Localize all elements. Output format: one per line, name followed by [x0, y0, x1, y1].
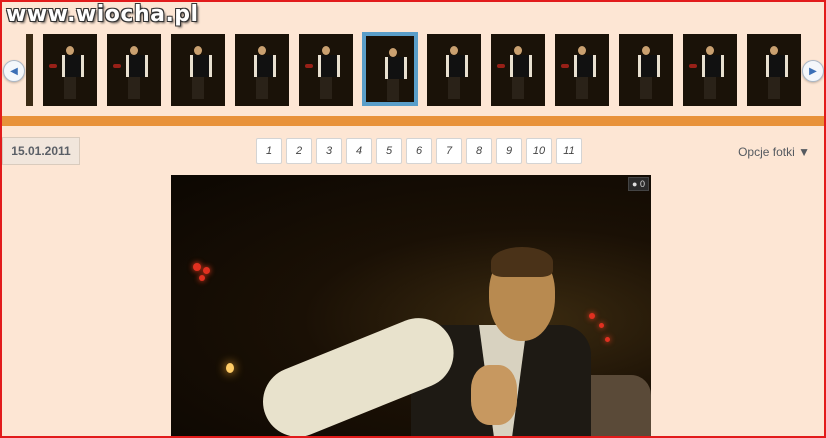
thumbnail-selected[interactable]	[362, 32, 418, 106]
watermark-logo: www.wiocha.pl	[6, 2, 199, 27]
thumbnail[interactable]	[43, 34, 97, 106]
page-link[interactable]: 11	[556, 138, 582, 164]
red-light	[589, 313, 595, 319]
thumbnail[interactable]	[427, 34, 481, 106]
divider-bar	[2, 116, 824, 126]
thumbnail[interactable]	[619, 34, 673, 106]
thumbnail[interactable]	[107, 34, 161, 106]
person-hair	[491, 247, 553, 277]
user-icon: ●	[632, 179, 638, 189]
thumbnail[interactable]	[171, 34, 225, 106]
page-link[interactable]: 6	[406, 138, 432, 164]
photo-toolbar: 15.01.2011 1 2 3 4 5 6 7 8 9 10 11 Opcje…	[2, 127, 824, 173]
comment-count: 0	[639, 179, 645, 189]
red-light	[599, 323, 604, 328]
page-link[interactable]: 8	[466, 138, 492, 164]
red-light	[193, 263, 201, 271]
main-photo[interactable]: ● 0	[171, 175, 651, 438]
photo-date: 15.01.2011	[2, 137, 80, 165]
person-hand	[471, 365, 517, 425]
thumbnail[interactable]	[299, 34, 353, 106]
next-arrow-icon[interactable]: ▶	[802, 60, 824, 82]
prev-arrow-icon[interactable]: ◀	[3, 60, 25, 82]
page-link[interactable]: 9	[496, 138, 522, 164]
thumbnail[interactable]	[491, 34, 545, 106]
red-light	[199, 275, 205, 281]
pagination: 1 2 3 4 5 6 7 8 9 10 11	[256, 138, 582, 164]
page-link[interactable]: 5	[376, 138, 402, 164]
page-link[interactable]: 2	[286, 138, 312, 164]
page-link[interactable]: 10	[526, 138, 552, 164]
lamp-light	[226, 363, 234, 373]
thumbnail[interactable]	[26, 34, 33, 106]
thumbnail[interactable]	[235, 34, 289, 106]
red-light	[203, 267, 210, 274]
thumbnail[interactable]	[747, 34, 801, 106]
page-link[interactable]: 3	[316, 138, 342, 164]
thumbnail[interactable]	[555, 34, 609, 106]
page-link[interactable]: 1	[256, 138, 282, 164]
photo-options-menu[interactable]: Opcje fotki ▼	[738, 145, 810, 159]
comment-counter[interactable]: ● 0	[628, 177, 649, 191]
page-link[interactable]: 4	[346, 138, 372, 164]
thumbnail[interactable]	[683, 34, 737, 106]
red-light	[605, 337, 610, 342]
page-link[interactable]: 7	[436, 138, 462, 164]
